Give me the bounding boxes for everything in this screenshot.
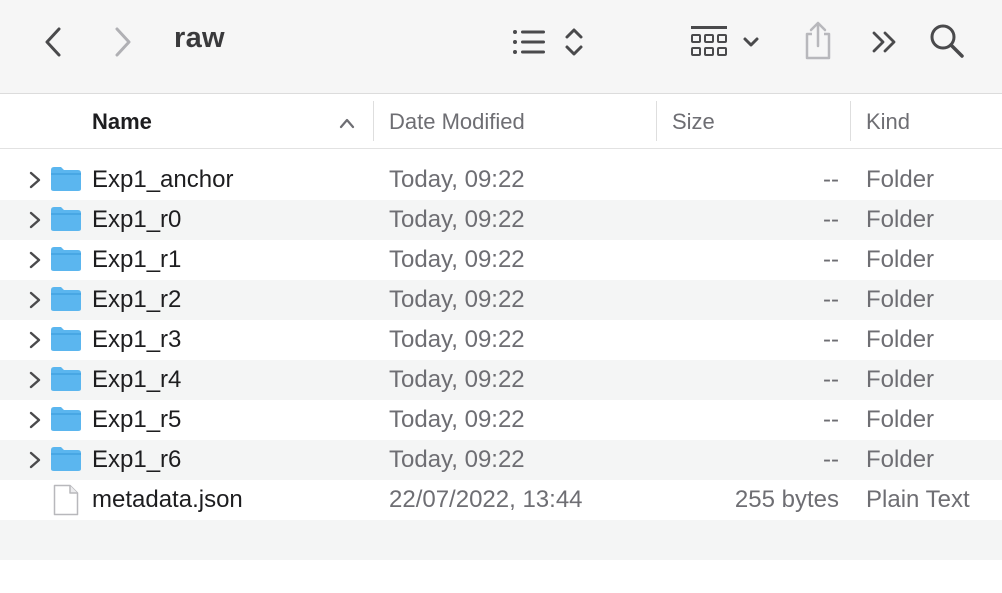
chevron-up-icon[interactable]: [338, 117, 356, 129]
column-divider[interactable]: [656, 101, 657, 141]
chevron-down-icon: [743, 37, 759, 47]
file-size: 255 bytes: [734, 486, 839, 513]
file-kind: Folder: [866, 326, 935, 353]
folder-icon: [51, 287, 81, 311]
file-date: Today, 09:22: [389, 246, 525, 273]
window-title: raw: [174, 22, 225, 54]
file-row-exp1-r0[interactable]: Exp1_r0 Today, 09:22 -- Folder: [0, 200, 1002, 240]
column-kind-header[interactable]: Kind: [866, 109, 910, 135]
list-view-icon: [513, 30, 545, 54]
disclosure-triangle-icon[interactable]: [26, 450, 44, 470]
more-toolbar-button[interactable]: [868, 26, 900, 58]
disclosure-triangle-icon[interactable]: [26, 370, 44, 390]
folder-icon: [51, 447, 81, 471]
file-name: Exp1_r4: [92, 366, 182, 393]
file-row-exp1-r6[interactable]: Exp1_r6 Today, 09:22 -- Folder: [0, 440, 1002, 480]
file-name: Exp1_r1: [92, 246, 182, 273]
file-size: --: [823, 406, 839, 433]
chevron-right-icon: [115, 27, 131, 57]
file-date: Today, 09:22: [389, 406, 525, 433]
folder-icon: [51, 247, 81, 271]
column-size-header[interactable]: Size: [672, 109, 715, 135]
file-list: Exp1_anchor Today, 09:22 -- Folder Exp1_…: [0, 160, 1002, 560]
folder-icon: [51, 167, 81, 191]
file-date: Today, 09:22: [389, 366, 525, 393]
file-kind: Plain Text: [866, 486, 970, 513]
file-date: Today, 09:22: [389, 166, 525, 193]
file-name: Exp1_r0: [92, 206, 182, 233]
file-size: --: [823, 286, 839, 313]
file-date: Today, 09:22: [389, 446, 525, 473]
file-kind: Folder: [866, 366, 935, 393]
column-divider[interactable]: [850, 101, 851, 141]
file-kind: Folder: [866, 246, 935, 273]
share-icon: [805, 21, 831, 60]
disclosure-triangle-icon[interactable]: [26, 410, 44, 430]
column-name-header[interactable]: Name: [92, 109, 152, 135]
folder-icon: [51, 367, 81, 391]
file-row-metadata-json[interactable]: metadata.json 22/07/2022, 13:44 255 byte…: [0, 480, 1002, 520]
file-kind: Folder: [866, 406, 935, 433]
file-size: --: [823, 166, 839, 193]
disclosure-triangle-icon[interactable]: [26, 330, 44, 350]
file-kind: Folder: [866, 446, 935, 473]
group-button[interactable]: [688, 24, 762, 60]
disclosure-triangle-icon[interactable]: [26, 290, 44, 310]
disclosure-triangle-icon[interactable]: [26, 210, 44, 230]
disclosure-triangle-icon[interactable]: [26, 170, 44, 190]
chevron-left-icon: [45, 27, 61, 57]
back-button[interactable]: [38, 24, 68, 60]
file-date: Today, 09:22: [389, 286, 525, 313]
folder-icon: [51, 207, 81, 231]
file-row-exp1-r4[interactable]: Exp1_r4 Today, 09:22 -- Folder: [0, 360, 1002, 400]
file-row-exp1-r2[interactable]: Exp1_r2 Today, 09:22 -- Folder: [0, 280, 1002, 320]
grid-group-icon: [691, 26, 727, 56]
column-date-header[interactable]: Date Modified: [389, 109, 525, 135]
file-row-exp1-r1[interactable]: Exp1_r1 Today, 09:22 -- Folder: [0, 240, 1002, 280]
file-size: --: [823, 326, 839, 353]
view-options-button[interactable]: [510, 24, 586, 60]
double-chevron-right-icon: [872, 31, 896, 53]
folder-icon: [51, 327, 81, 351]
file-name: Exp1_r3: [92, 326, 182, 353]
share-button[interactable]: [800, 18, 836, 62]
file-row-exp1-r3[interactable]: Exp1_r3 Today, 09:22 -- Folder: [0, 320, 1002, 360]
column-divider[interactable]: [373, 101, 374, 141]
file-row-exp1-anchor[interactable]: Exp1_anchor Today, 09:22 -- Folder: [0, 160, 1002, 200]
column-header: Name Date Modified Size Kind: [0, 95, 1002, 149]
forward-button[interactable]: [108, 24, 138, 60]
file-name: Exp1_r2: [92, 286, 182, 313]
file-size: --: [823, 446, 839, 473]
text-document-icon: [53, 484, 79, 516]
search-button[interactable]: [928, 22, 966, 60]
file-row-exp1-r5[interactable]: Exp1_r5 Today, 09:22 -- Folder: [0, 400, 1002, 440]
file-name: Exp1_anchor: [92, 166, 234, 193]
search-icon: [930, 24, 964, 58]
file-size: --: [823, 366, 839, 393]
file-size: --: [823, 246, 839, 273]
file-name: Exp1_r6: [92, 446, 182, 473]
empty-row: [0, 520, 1002, 560]
file-name: metadata.json: [92, 486, 243, 513]
file-kind: Folder: [866, 166, 935, 193]
toolbar: raw: [0, 0, 1002, 94]
folder-icon: [51, 407, 81, 431]
file-date: Today, 09:22: [389, 326, 525, 353]
up-down-chevron-icon: [565, 28, 583, 56]
file-name: Exp1_r5: [92, 406, 182, 433]
file-size: --: [823, 206, 839, 233]
file-date: 22/07/2022, 13:44: [389, 486, 583, 513]
file-kind: Folder: [866, 286, 935, 313]
disclosure-triangle-icon[interactable]: [26, 250, 44, 270]
file-kind: Folder: [866, 206, 935, 233]
file-date: Today, 09:22: [389, 206, 525, 233]
